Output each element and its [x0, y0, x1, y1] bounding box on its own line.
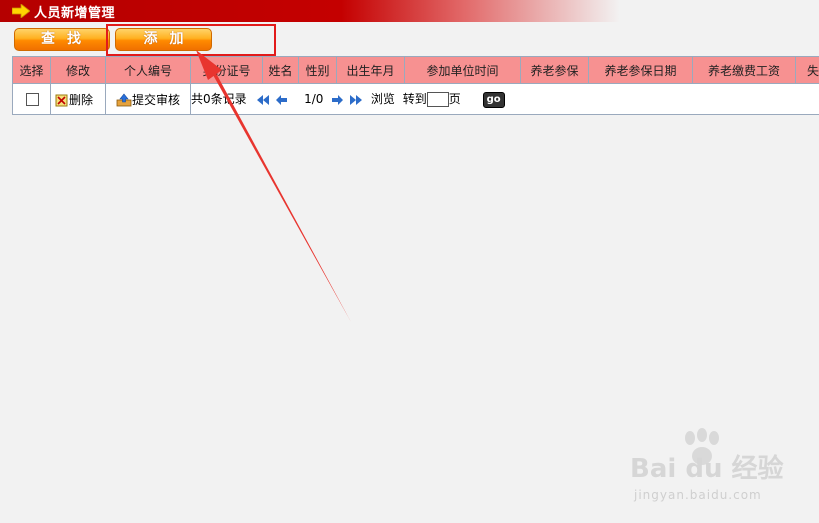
record-count: 共0条记录 — [191, 92, 247, 107]
delete-label: 删除 — [69, 92, 94, 107]
baidu-watermark: Bai du 经验 jingyan.baidu.com — [628, 428, 808, 512]
column-header-gender: 性别 — [298, 56, 337, 84]
data-grid: 选择 修改 个人编号 身份证号 姓名 性别 出生年月 参加单位时间 养老参保 养… — [12, 56, 819, 116]
column-header-join-date: 参加单位时间 — [404, 56, 521, 84]
column-header-edit: 修改 — [50, 56, 106, 84]
column-header-person-id: 个人编号 — [105, 56, 191, 84]
prev-page-icon[interactable] — [276, 94, 288, 105]
column-header-select: 选择 — [12, 56, 51, 84]
column-header-name: 姓名 — [262, 56, 299, 84]
go-button[interactable]: go — [482, 91, 505, 108]
column-header-pension-wage: 养老缴费工资 — [692, 56, 796, 84]
column-header-unemployment: 失业 — [795, 56, 819, 84]
column-header-id-card: 身份证号 — [190, 56, 263, 84]
submit-review-link[interactable]: 提交审核 — [105, 83, 191, 115]
page-indicator: 1/0 — [304, 92, 324, 107]
column-header-pension: 养老参保 — [520, 56, 589, 84]
first-page-icon[interactable] — [256, 94, 270, 105]
column-header-pension-date: 养老参保日期 — [588, 56, 693, 84]
find-button[interactable]: 查找 — [14, 28, 110, 51]
page-number-input[interactable] — [426, 92, 449, 108]
goto-label: 转到 — [402, 92, 427, 107]
table-header-row: 选择 修改 个人编号 身份证号 姓名 性别 出生年月 参加单位时间 养老参保 养… — [12, 56, 819, 84]
title-bar: 人员新增管理 — [0, 0, 620, 22]
next-page-icon[interactable] — [332, 94, 344, 105]
page-unit-label: 页 — [448, 92, 461, 107]
arrow-right-icon — [12, 4, 30, 18]
submit-review-label: 提交审核 — [132, 92, 181, 107]
watermark-main-text: Bai du 经验 — [630, 454, 784, 484]
delete-icon — [55, 94, 68, 106]
last-page-icon[interactable] — [349, 94, 363, 105]
highlight-box — [106, 24, 276, 56]
browse-link[interactable]: 浏览 — [371, 92, 395, 106]
delete-link[interactable]: 删除 — [50, 83, 106, 115]
column-header-birth: 出生年月 — [336, 56, 405, 84]
page-title: 人员新增管理 — [34, 5, 116, 21]
watermark-url: jingyan.baidu.com — [634, 488, 762, 502]
table-row: 删除 提交审核 共0条记录 1/0 浏览 转到 页 go — [12, 83, 819, 115]
select-checkbox[interactable] — [26, 93, 39, 106]
submit-icon — [116, 93, 132, 107]
pager: 共0条记录 1/0 浏览 转到 页 go — [190, 83, 819, 115]
